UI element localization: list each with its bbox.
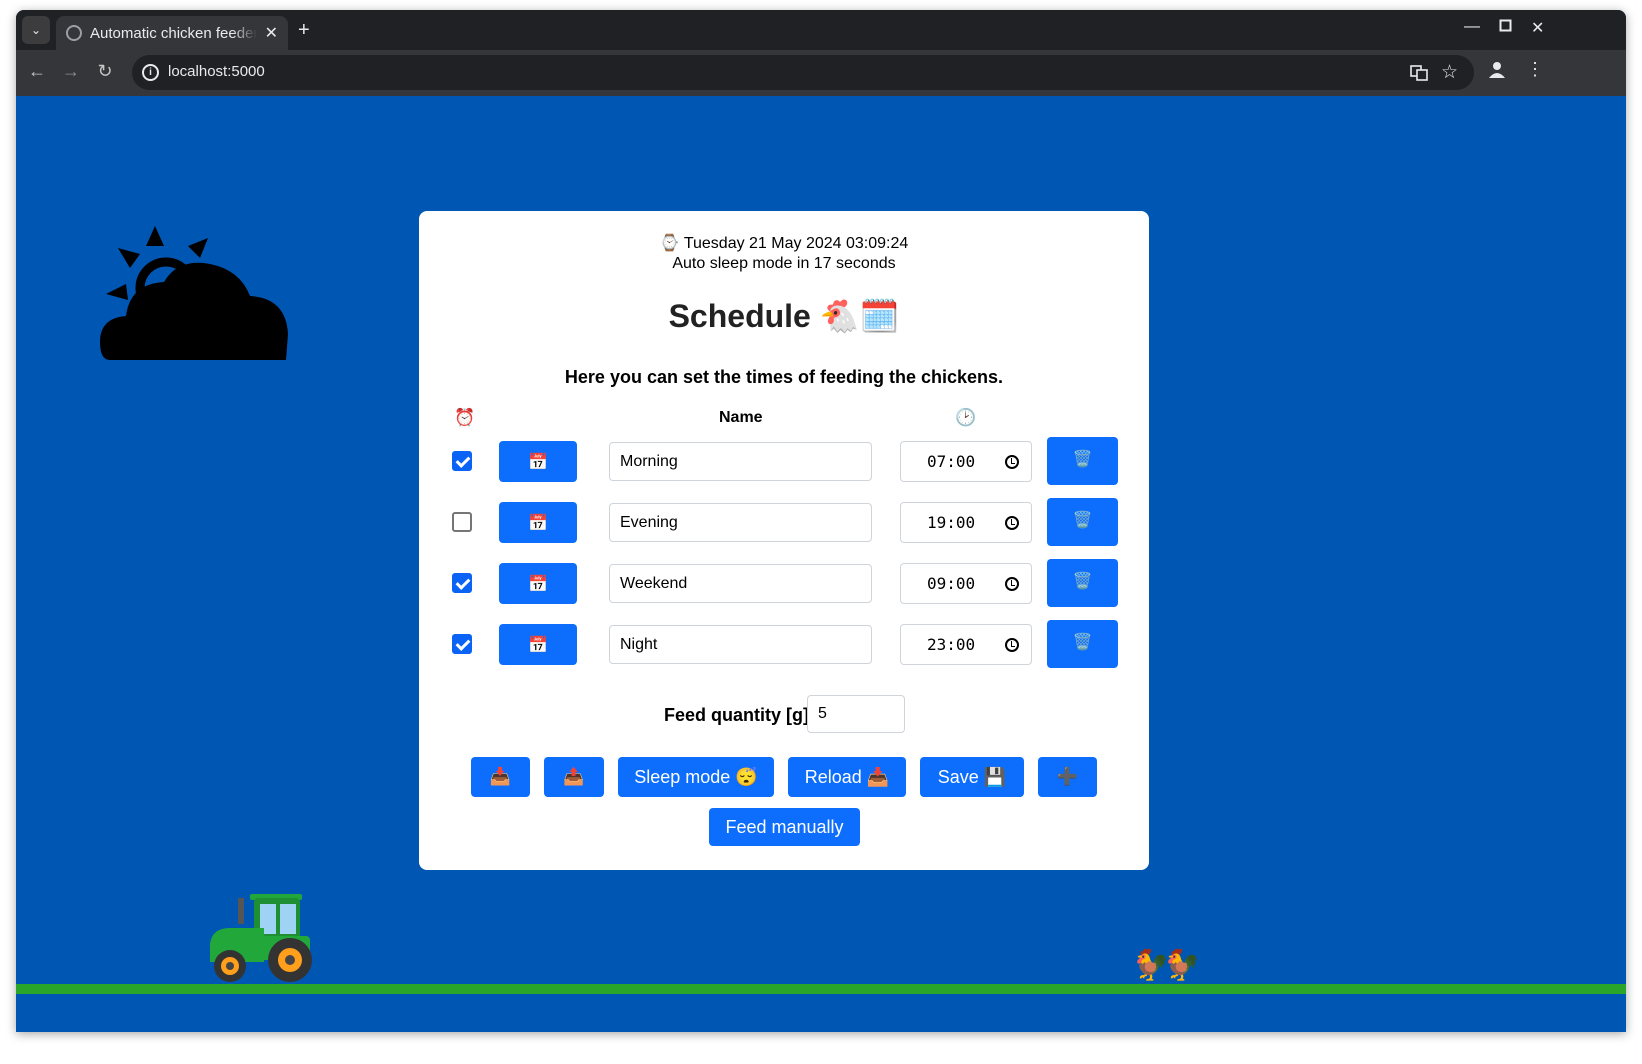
browser-window: ⌄ Automatic chicken feeder ✕ + — ✕ ← → ↻… — [16, 10, 1626, 1032]
forward-icon[interactable]: → — [59, 61, 83, 82]
close-window-icon[interactable]: ✕ — [1531, 18, 1544, 38]
url-text: localhost:5000 — [168, 63, 265, 80]
schedule-time-input[interactable]: 07:00 — [900, 441, 1032, 482]
tractor-icon — [204, 892, 316, 989]
site-info-icon[interactable]: i — [142, 64, 159, 81]
tab-strip: ⌄ Automatic chicken feeder ✕ + — ✕ — [16, 10, 1626, 50]
schedule-time-input[interactable]: 19:00 — [900, 502, 1032, 543]
sleep-mode-button[interactable]: Sleep mode 😴 — [618, 757, 774, 797]
delete-button[interactable]: 🗑️ — [1047, 437, 1118, 485]
feed-manually-button[interactable]: Feed manually — [709, 808, 860, 846]
profile-icon[interactable] — [1488, 60, 1506, 85]
clock-picker-icon[interactable] — [1005, 638, 1019, 652]
globe-icon — [66, 25, 82, 41]
page-body: ⌚ Tuesday 21 May 2024 03:09:24 Auto slee… — [16, 96, 1626, 1032]
delete-button[interactable]: 🗑️ — [1047, 559, 1118, 607]
page-title: Schedule 🐔🗓️ — [668, 298, 900, 334]
schedule-name-input[interactable]: Night — [609, 625, 872, 664]
maximize-icon[interactable] — [1499, 19, 1512, 37]
new-tab-icon[interactable]: + — [298, 19, 310, 42]
current-datetime: ⌚ Tuesday 21 May 2024 03:09:24 — [659, 235, 909, 252]
enabled-checkbox[interactable] — [452, 512, 472, 532]
clock-icon: 🕑 — [955, 408, 977, 427]
schedule-row: 📅 Morning 07:00 🗑️ — [419, 437, 1149, 487]
delete-button[interactable]: 🗑️ — [1047, 620, 1118, 668]
time-value: 23:00 — [927, 635, 976, 654]
tab-search-icon[interactable]: ⌄ — [22, 16, 50, 44]
clock-picker-icon[interactable] — [1005, 577, 1019, 591]
schedule-card: ⌚ Tuesday 21 May 2024 03:09:24 Auto slee… — [419, 211, 1149, 870]
reload-button[interactable]: Reload 📥 — [788, 757, 906, 797]
clock-picker-icon[interactable] — [1005, 455, 1019, 469]
time-value: 19:00 — [927, 513, 976, 532]
schedule-name-input[interactable]: Weekend — [609, 564, 872, 603]
clock-picker-icon[interactable] — [1005, 516, 1019, 530]
partly-cloudy-icon — [100, 226, 290, 371]
grass-strip — [16, 984, 1626, 994]
reload-icon[interactable]: ↻ — [93, 61, 117, 82]
intro-text: Here you can set the times of feeding th… — [564, 367, 1004, 387]
back-icon[interactable]: ← — [25, 61, 49, 82]
chickens: 🐓🐓 — [1132, 949, 1201, 982]
auto-sleep-notice: Auto sleep mode in 17 seconds — [672, 255, 896, 272]
save-button[interactable]: Save 💾 — [920, 757, 1024, 797]
minimize-icon[interactable]: — — [1464, 18, 1480, 36]
column-name-header: Name — [719, 409, 763, 426]
time-value: 07:00 — [927, 452, 976, 471]
address-bar[interactable]: i localhost:5000 ☆ — [132, 55, 1474, 90]
calendar-button[interactable]: 📅 — [499, 563, 577, 604]
add-schedule-button[interactable]: ➕ — [1038, 757, 1097, 797]
calendar-button[interactable]: 📅 — [499, 441, 577, 482]
schedule-row: 📅 Weekend 09:00 🗑️ — [419, 559, 1149, 609]
delete-button[interactable]: 🗑️ — [1047, 498, 1118, 546]
schedule-row: 📅 Evening 19:00 🗑️ — [419, 498, 1149, 548]
schedule-name-input[interactable]: Evening — [609, 503, 872, 542]
upload-button[interactable]: 📤 — [544, 757, 604, 797]
feed-quantity-input[interactable]: 5 — [807, 695, 905, 733]
download-button[interactable]: 📥 — [471, 757, 530, 797]
time-value: 09:00 — [927, 574, 976, 593]
browser-tab[interactable]: Automatic chicken feeder ✕ — [56, 16, 288, 50]
close-icon[interactable]: ✕ — [265, 23, 278, 43]
schedule-time-input[interactable]: 09:00 — [900, 563, 1032, 604]
tab-title: Automatic chicken feeder — [90, 24, 257, 42]
alarm-clock-icon: ⏰ — [454, 408, 476, 427]
enabled-checkbox[interactable] — [452, 451, 472, 471]
calendar-button[interactable]: 📅 — [499, 624, 577, 665]
schedule-name-input[interactable]: Morning — [609, 442, 872, 481]
feed-quantity-label: Feed quantity [g] — [664, 705, 809, 725]
menu-icon[interactable]: ⋮ — [1526, 59, 1544, 80]
bookmark-star-icon[interactable]: ☆ — [1441, 61, 1458, 84]
schedule-row: 📅 Night 23:00 🗑️ — [419, 620, 1149, 670]
browser-toolbar: ← → ↻ i localhost:5000 ☆ ⋮ — [16, 50, 1626, 96]
calendar-button[interactable]: 📅 — [499, 502, 577, 543]
translate-icon[interactable] — [1410, 64, 1428, 87]
enabled-checkbox[interactable] — [452, 634, 472, 654]
schedule-time-input[interactable]: 23:00 — [900, 624, 1032, 665]
enabled-checkbox[interactable] — [452, 573, 472, 593]
